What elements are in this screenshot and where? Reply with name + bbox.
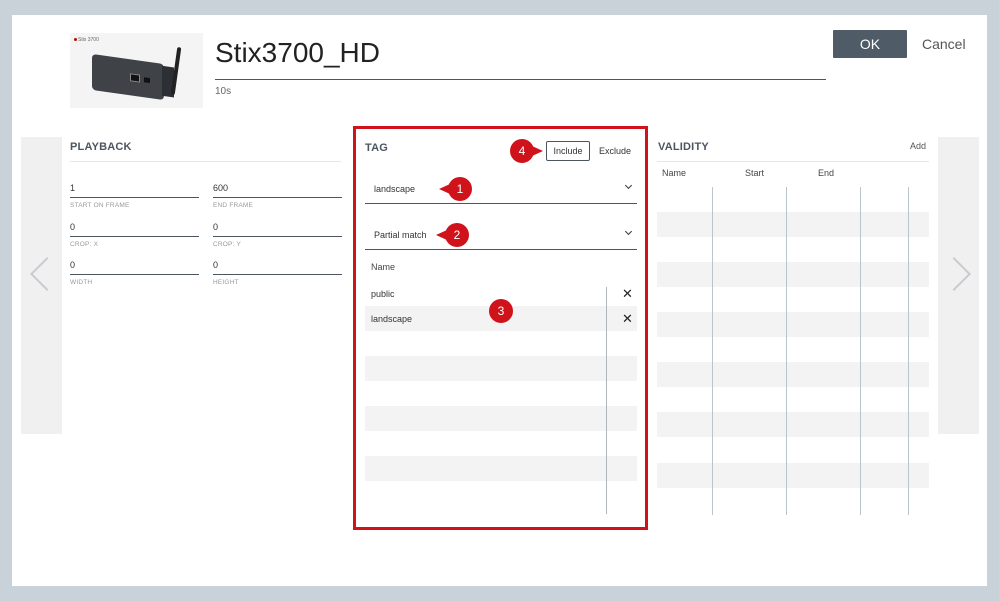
- thumbnail-caption: Stix 3700: [78, 37, 99, 43]
- height-field[interactable]: 0 HEIGHT: [213, 260, 342, 286]
- crop-y-field[interactable]: 0 CROP: Y: [213, 222, 342, 248]
- tag-select[interactable]: landscape: [365, 176, 637, 204]
- crop-x-field[interactable]: 0 CROP: X: [70, 222, 199, 248]
- media-title[interactable]: Stix3700_HD: [215, 37, 380, 69]
- add-validity-button[interactable]: Add: [910, 141, 926, 151]
- callout-2: 2: [436, 223, 469, 247]
- include-toggle[interactable]: Include: [546, 141, 590, 161]
- tag-settings-dialog: Stix 3700 Stix3700_HD 10s OK Cancel PLAY…: [12, 15, 987, 586]
- ok-button[interactable]: OK: [833, 30, 907, 58]
- media-thumbnail: Stix 3700: [70, 33, 203, 108]
- callout-4: 4: [510, 139, 543, 163]
- remove-tag-icon[interactable]: ✕: [622, 311, 633, 327]
- remove-tag-icon[interactable]: ✕: [622, 286, 633, 302]
- callout-3: 3: [489, 299, 513, 323]
- cancel-button[interactable]: Cancel: [922, 30, 966, 58]
- tag-panel: TAG Include Exclude landscape Partial ma…: [353, 126, 648, 530]
- start-frame-field[interactable]: 1 START ON FRAME: [70, 183, 199, 209]
- playback-section-title: PLAYBACK: [70, 141, 132, 153]
- tag-section-title: TAG: [365, 142, 389, 154]
- validity-column-name: Name: [662, 168, 687, 178]
- exclude-toggle[interactable]: Exclude: [596, 141, 634, 161]
- previous-item-button[interactable]: [21, 137, 64, 434]
- validity-column-start: Start: [745, 168, 765, 178]
- chevron-left-icon: [30, 257, 64, 291]
- media-duration: 10s: [215, 86, 232, 97]
- chevron-down-icon: [624, 227, 633, 236]
- width-field[interactable]: 0 WIDTH: [70, 260, 199, 286]
- validity-section-title: VALIDITY: [658, 141, 709, 153]
- callout-1: 1: [439, 177, 472, 201]
- end-frame-field[interactable]: 600 END FRAME: [213, 183, 342, 209]
- validity-column-end: End: [818, 168, 835, 178]
- next-item-button[interactable]: [937, 137, 979, 434]
- tag-list-header: Name: [371, 262, 396, 272]
- match-mode-select[interactable]: Partial match: [365, 222, 637, 250]
- chevron-down-icon: [624, 181, 633, 190]
- chevron-right-icon: [937, 257, 971, 291]
